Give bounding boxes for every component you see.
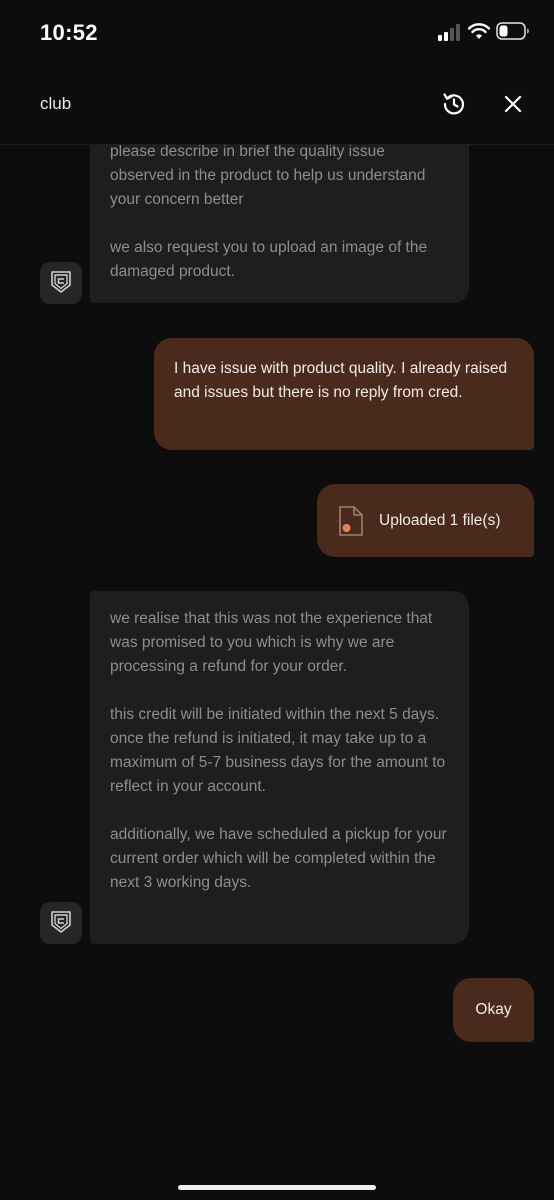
message-text: Okay: [475, 1001, 512, 1018]
user-message: Okay: [453, 978, 534, 1042]
chat-messages[interactable]: please describe in brief the quality iss…: [0, 145, 554, 1155]
bot-avatar: [40, 902, 82, 944]
bot-avatar: [40, 262, 82, 304]
message-paragraph: we also request you to upload an image o…: [110, 239, 428, 280]
wifi-icon: [467, 22, 491, 40]
message-paragraph: we realise that this was not the experie…: [110, 610, 433, 675]
file-upload-label: Uploaded 1 file(s): [379, 511, 501, 529]
user-message: I have issue with product quality. I alr…: [154, 338, 534, 450]
battery-icon: [496, 22, 530, 40]
cred-logo-icon: [51, 911, 71, 933]
close-icon: [504, 95, 522, 113]
message-text: I have issue with product quality. I alr…: [174, 360, 516, 401]
cellular-signal-icon: [438, 23, 462, 41]
home-indicator[interactable]: [178, 1185, 376, 1190]
bot-message: we realise that this was not the experie…: [90, 591, 469, 944]
close-button[interactable]: [498, 88, 528, 120]
page-title: club: [40, 94, 72, 113]
message-paragraph: this credit will be initiated within the…: [110, 706, 446, 795]
status-bar: 10:52: [0, 0, 554, 66]
file-upload-message[interactable]: Uploaded 1 file(s): [317, 484, 534, 557]
refresh-icon: [443, 93, 465, 115]
status-time: 10:52: [40, 20, 98, 45]
bot-message: please describe in brief the quality iss…: [90, 145, 469, 303]
cred-logo-icon: [51, 271, 71, 293]
message-paragraph: additionally, we have scheduled a pickup…: [110, 826, 447, 891]
chat-header: club: [0, 66, 554, 144]
refresh-button[interactable]: [438, 88, 470, 120]
file-icon: [339, 505, 363, 536]
message-paragraph: please describe in brief the quality iss…: [110, 145, 426, 208]
